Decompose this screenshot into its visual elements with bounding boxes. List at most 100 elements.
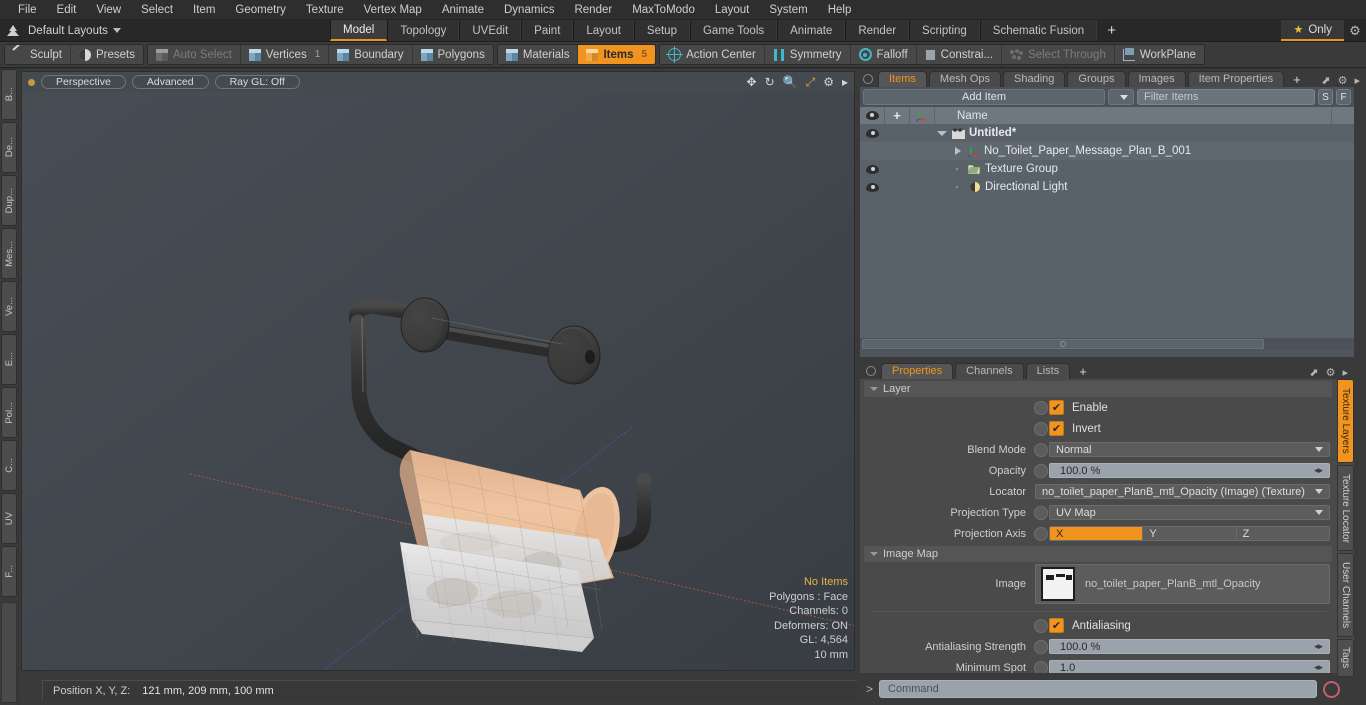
right-tab-texture-layers[interactable]: Texture Layers — [1337, 379, 1354, 463]
column-name-header[interactable]: Name — [935, 107, 1332, 124]
property-anim-dot[interactable] — [1034, 660, 1048, 673]
properties-tab-properties[interactable]: Properties — [881, 363, 954, 379]
toolbar-button-sculpt[interactable]: Sculpt — [5, 45, 71, 64]
properties-tab-lists[interactable]: Lists — [1025, 363, 1071, 379]
property-anim-dot[interactable] — [1034, 526, 1048, 541]
spinner-arrows-icon[interactable]: ◂▸ — [1314, 641, 1323, 652]
view-mode-button[interactable]: Perspective — [41, 75, 126, 89]
gear-icon[interactable]: ⚙ — [1344, 20, 1366, 41]
menu-item-item[interactable]: Item — [183, 0, 225, 20]
dropdown-locator[interactable]: no_toilet_paper_PlanB_mtl_Opacity (Image… — [1035, 484, 1330, 499]
layout-tab-schematic-fusion[interactable]: Schematic Fusion — [979, 20, 1098, 41]
properties-tab-channels[interactable]: Channels — [955, 363, 1024, 379]
axis-option-x[interactable]: X — [1050, 527, 1144, 540]
menu-item-help[interactable]: Help — [818, 0, 862, 20]
column-visibility-header[interactable] — [860, 107, 885, 124]
rotate-icon[interactable]: ↻ — [765, 76, 775, 88]
property-anim-dot[interactable] — [1034, 421, 1048, 436]
items-tab-add[interactable]: + — [1286, 72, 1308, 87]
checkbox-invert[interactable]: ✔ — [1049, 421, 1064, 436]
toolbar-button-constrai[interactable]: Constrai... — [916, 45, 1003, 64]
toolbar-button-action-center[interactable]: Action Center — [660, 45, 765, 64]
add-layout-tab-button[interactable]: + — [1097, 20, 1126, 41]
checkbox-antialiasing[interactable]: ✔ — [1049, 618, 1064, 633]
command-input[interactable]: Command — [879, 680, 1318, 698]
left-rail-tab-1[interactable]: De... — [1, 122, 17, 173]
toolbar-button-workplane[interactable]: WorkPlane — [1114, 45, 1204, 64]
eye-icon[interactable] — [866, 164, 879, 174]
items-tree-row[interactable]: ▪ Texture Group — [860, 160, 1354, 178]
toolbar-button-auto-select[interactable]: Auto Select — [147, 45, 241, 64]
menu-item-texture[interactable]: Texture — [296, 0, 354, 20]
toolbar-button-falloff[interactable]: Falloff — [850, 45, 917, 64]
fit-icon[interactable]: ⤢ — [806, 76, 816, 88]
slider-opacity[interactable]: 100.0 % ◂▸ — [1049, 463, 1330, 478]
filter-s-button[interactable]: S — [1318, 89, 1333, 105]
chevron-right-icon[interactable]: ▸ — [842, 76, 848, 88]
filter-f-button[interactable]: F — [1336, 89, 1351, 105]
layout-tab-animate[interactable]: Animate — [777, 20, 846, 41]
right-tab-tags[interactable]: Tags — [1337, 639, 1354, 677]
image-picker[interactable]: no_toilet_paper_PlanB_mtl_Opacity — [1035, 564, 1330, 604]
record-icon[interactable] — [1323, 680, 1341, 698]
items-tree-row[interactable]: Untitled* — [860, 124, 1354, 142]
property-anim-dot[interactable] — [1034, 639, 1048, 654]
raygl-button[interactable]: Ray GL: Off — [214, 75, 300, 89]
row-expander[interactable]: ▪ — [951, 182, 964, 192]
menu-item-maxtomodo[interactable]: MaxToModo — [622, 0, 705, 20]
properties-section-header[interactable]: Image Map — [864, 546, 1332, 562]
left-rail-tab-2[interactable]: Dup... — [1, 175, 17, 226]
layout-tab-setup[interactable]: Setup — [633, 20, 690, 41]
menu-item-select[interactable]: Select — [131, 0, 183, 20]
expand-icon[interactable]: ⬈ — [1309, 366, 1318, 379]
row-visibility-toggle[interactable] — [860, 164, 885, 174]
row-visibility-toggle[interactable] — [860, 182, 885, 192]
layout-tab-scripting[interactable]: Scripting — [909, 20, 980, 41]
items-tab-groups[interactable]: Groups — [1067, 71, 1126, 87]
row-expander[interactable] — [935, 130, 948, 136]
viewport-3d[interactable]: Perspective Advanced Ray GL: Off ✥ ↻ 🔍 ⤢… — [21, 71, 855, 671]
menu-item-dynamics[interactable]: Dynamics — [494, 0, 564, 20]
left-rail-tab-3[interactable]: Mes... — [1, 228, 17, 279]
menu-item-geometry[interactable]: Geometry — [225, 0, 296, 20]
property-anim-dot[interactable] — [1034, 463, 1048, 478]
checkbox-enable[interactable]: ✔ — [1049, 400, 1064, 415]
scrollbar-thumb[interactable] — [862, 339, 1264, 349]
items-tab-mesh-ops[interactable]: Mesh Ops — [928, 71, 1002, 87]
filter-items-input[interactable]: Filter Items — [1137, 89, 1315, 105]
slider-antialiasing-strength[interactable]: 100.0 % ◂▸ — [1049, 639, 1330, 654]
row-name-cell[interactable]: ▪ Directional Light — [935, 181, 1354, 193]
properties-section-header[interactable]: Layer — [864, 381, 1332, 397]
panel-menu-dot[interactable] — [863, 74, 873, 84]
layout-tab-layout[interactable]: Layout — [573, 20, 634, 41]
viewport-menu-dot[interactable] — [28, 78, 35, 86]
items-tab-images[interactable]: Images — [1127, 71, 1186, 87]
layout-tab-game-tools[interactable]: Game Tools — [689, 20, 778, 41]
menu-item-view[interactable]: View — [86, 0, 131, 20]
add-item-dropdown[interactable] — [1108, 89, 1134, 105]
spinner-arrows-icon[interactable]: ◂▸ — [1314, 662, 1323, 673]
chevron-right-icon[interactable]: ▸ — [1354, 74, 1360, 87]
menu-item-vertex-map[interactable]: Vertex Map — [354, 0, 432, 20]
axis-selector[interactable]: XYZ — [1049, 526, 1330, 541]
properties-tab-add[interactable]: + — [1072, 364, 1094, 379]
layout-tab-render[interactable]: Render — [845, 20, 910, 41]
layout-tab-topology[interactable]: Topology — [387, 20, 460, 41]
left-rail-tab-0[interactable]: B... — [1, 69, 17, 120]
menu-item-file[interactable]: File — [8, 0, 47, 20]
menu-item-layout[interactable]: Layout — [705, 0, 760, 20]
chevron-right-icon[interactable]: ▸ — [1342, 366, 1348, 379]
eye-icon[interactable] — [866, 128, 879, 138]
move-icon[interactable]: ✥ — [747, 76, 757, 88]
panel-menu-dot[interactable] — [866, 366, 876, 376]
spinner-arrows-icon[interactable]: ◂▸ — [1314, 465, 1323, 476]
left-rail-tab-8[interactable]: UV — [1, 493, 17, 544]
zoom-icon[interactable]: 🔍 — [783, 76, 798, 88]
items-tree-row[interactable]: ▪ Directional Light — [860, 178, 1354, 196]
toolbar-button-materials[interactable]: Materials — [497, 45, 579, 64]
gear-icon[interactable]: ⚙ — [1326, 366, 1336, 379]
items-tab-shading[interactable]: Shading — [1003, 71, 1066, 87]
menu-item-edit[interactable]: Edit — [47, 0, 87, 20]
toolbar-button-symmetry[interactable]: Symmetry — [764, 45, 851, 64]
toolbar-button-vertices[interactable]: Vertices 1 — [240, 45, 330, 64]
